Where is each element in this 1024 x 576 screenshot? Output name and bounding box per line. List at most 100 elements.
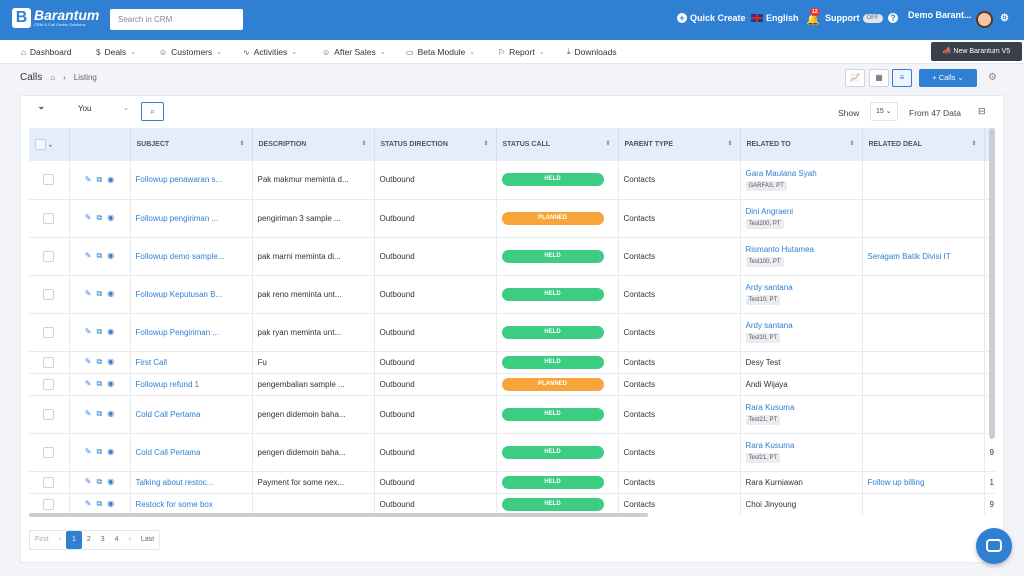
avatar[interactable] (976, 11, 993, 28)
page-prev-button[interactable]: ‹ (54, 531, 66, 549)
subject-link[interactable]: Cold Call Pertama (136, 410, 201, 419)
subject-link[interactable]: Cold Call Pertama (136, 448, 201, 457)
table-row[interactable]: ✎⧉◉ Followup pengiriman ... pengiriman 3 s… (29, 199, 995, 238)
related-to-link[interactable]: Ardy santana (746, 321, 793, 330)
gear-icon[interactable]: ⚙ (988, 72, 997, 83)
related-to-link[interactable]: Rismanto Hutamea (746, 245, 814, 254)
view-icon[interactable]: ◉ (107, 409, 114, 418)
filter-icon[interactable]: ⏷ (38, 104, 44, 114)
duplicate-icon[interactable]: ⧉ (97, 447, 108, 456)
row-checkbox[interactable] (43, 174, 55, 186)
table-row[interactable]: ✎⧉◉ Followup demo sample... pak marni memi… (29, 237, 995, 276)
nav-deals[interactable]: $ Deals ⌄ (96, 47, 136, 57)
subject-link[interactable]: Followup penawaran s... (136, 175, 223, 184)
view-icon[interactable]: ◉ (107, 499, 114, 508)
view-icon[interactable]: ◉ (107, 357, 114, 366)
sort-icon[interactable]: ⇕ (239, 140, 244, 147)
owner-filter-select[interactable]: You ⌄ (78, 104, 133, 118)
view-icon[interactable]: ◉ (107, 175, 114, 184)
subject-link[interactable]: Followup pengiriman ... (136, 214, 219, 223)
table-row[interactable]: ✎⧉◉ First Call Fu Outbound HELD Contacts Desy … (29, 351, 995, 374)
related-to-link[interactable]: Rara Kusuma (746, 403, 795, 412)
header-parent-type[interactable]: PARENT TYPE ⇕ (618, 128, 741, 161)
related-to-link[interactable]: Dini Angraeni (746, 207, 794, 216)
header-description[interactable]: DESCRIPTION ⇕ (252, 128, 375, 161)
related-to-link[interactable]: Ardy santana (746, 283, 793, 292)
subject-link[interactable]: Restock for some box (136, 500, 213, 509)
sort-icon[interactable]: ⇕ (849, 140, 854, 147)
duplicate-icon[interactable]: ⧉ (97, 357, 108, 366)
quick-create-button[interactable]: + Quick Create (677, 13, 746, 23)
settings-icon[interactable]: ⚙ (1000, 13, 1009, 24)
header-status-call[interactable]: STATUS CALL ⇕ (496, 128, 619, 161)
header-related-deal[interactable]: RELATED DEAL ⇕ (862, 128, 985, 161)
support-toggle[interactable]: Support OFF (825, 13, 883, 23)
edit-icon[interactable]: ✎ (85, 327, 97, 336)
related-to-link[interactable]: Gara Maulana Syah (746, 169, 817, 178)
edit-icon[interactable]: ✎ (85, 447, 97, 456)
related-deal-link[interactable]: Follow up billing (868, 478, 925, 487)
list-view-button[interactable]: ≡ (892, 69, 912, 87)
row-checkbox[interactable] (43, 356, 55, 368)
table-row[interactable]: ✎⧉◉ Followup Pengiriman ... pak ryan memin… (29, 313, 995, 352)
header-status-direction[interactable]: STATUS DIRECTION ⇕ (374, 128, 497, 161)
search-input[interactable] (110, 9, 243, 30)
edit-icon[interactable]: ✎ (85, 357, 97, 366)
select-all-checkbox[interactable] (35, 139, 46, 150)
edit-icon[interactable]: ✎ (85, 409, 97, 418)
table-row[interactable]: ✎⧉◉ Followup Keputusan B... pak reno memin… (29, 275, 995, 314)
new-version-button[interactable]: 📣 New Barantum V5 (931, 42, 1022, 61)
duplicate-icon[interactable]: ⧉ (97, 251, 108, 260)
nav-report[interactable]: ⚐ Report ⌄ (498, 47, 545, 57)
table-row[interactable]: ✎⧉◉ Restock for some box Outbound HELD Conta… (29, 493, 995, 515)
edit-icon[interactable]: ✎ (85, 477, 97, 486)
chart-view-button[interactable]: 📈 (845, 69, 865, 87)
view-icon[interactable]: ◉ (107, 327, 114, 336)
view-icon[interactable]: ◉ (107, 379, 114, 388)
table-row[interactable]: ✎⧉◉ Followup refund 1 pengembalian sample … (29, 373, 995, 396)
duplicate-icon[interactable]: ⧉ (97, 213, 108, 222)
edit-icon[interactable]: ✎ (85, 251, 97, 260)
view-icon[interactable]: ◉ (107, 213, 114, 222)
table-row[interactable]: ✎⧉◉ Cold Call Pertama pengen didemoin baha… (29, 433, 995, 472)
calendar-view-button[interactable]: ▦ (869, 69, 889, 87)
nav-beta-module[interactable]: ▭ Beta Module ⌄ (406, 47, 475, 57)
search-button[interactable]: ⌕ (141, 102, 164, 121)
columns-icon[interactable]: ⊟ (978, 106, 986, 117)
sort-icon[interactable]: ⇕ (483, 140, 488, 147)
edit-icon[interactable]: ✎ (85, 213, 97, 222)
page-4-button[interactable]: 4 (110, 531, 124, 549)
row-checkbox[interactable] (43, 498, 55, 510)
header-select-all[interactable]: ⌄ (29, 128, 70, 161)
duplicate-icon[interactable]: ⧉ (97, 327, 108, 336)
row-checkbox[interactable] (43, 446, 55, 458)
row-checkbox[interactable] (43, 288, 55, 300)
table-row[interactable]: ✎⧉◉ Followup penawaran s... Pak makmur mem… (29, 161, 995, 200)
page-1-button[interactable]: 1 (65, 531, 82, 549)
row-checkbox[interactable] (43, 212, 55, 224)
add-call-button[interactable]: + Calls ⌄ (919, 69, 977, 87)
sort-icon[interactable]: ⇕ (361, 140, 366, 147)
nav-dashboard[interactable]: ⌂ Dashboard (21, 47, 71, 57)
nav-after-sales[interactable]: ☺ After Sales ⌄ (322, 47, 386, 57)
view-icon[interactable]: ◉ (107, 289, 114, 298)
chevron-down-icon[interactable]: ⌄ (48, 142, 53, 148)
page-size-select[interactable]: 15 ⌄ (870, 102, 898, 121)
related-to-link[interactable]: Rara Kusuma (746, 441, 795, 450)
table-row[interactable]: ✎⧉◉ Talking about restoc... Payment for so… (29, 471, 995, 494)
subject-link[interactable]: First Call (136, 358, 168, 367)
edit-icon[interactable]: ✎ (85, 379, 97, 388)
help-button[interactable]: ? (888, 13, 898, 23)
language-selector[interactable]: English (751, 13, 799, 23)
subject-link[interactable]: Followup demo sample... (136, 252, 225, 261)
related-deal-link[interactable]: Seragam Batik Divisi IT (868, 252, 951, 261)
vertical-scrollbar[interactable] (989, 128, 995, 439)
header-related-to[interactable]: RELATED TO ⇕ (740, 128, 863, 161)
edit-icon[interactable]: ✎ (85, 175, 97, 184)
nav-activities[interactable]: ∿ Activities ⌄ (243, 47, 297, 57)
edit-icon[interactable]: ✎ (85, 289, 97, 298)
sort-icon[interactable]: ⇕ (727, 140, 732, 147)
subject-link[interactable]: Followup Keputusan B... (136, 290, 223, 299)
page-next-button[interactable]: › (124, 531, 136, 549)
view-icon[interactable]: ◉ (107, 447, 114, 456)
